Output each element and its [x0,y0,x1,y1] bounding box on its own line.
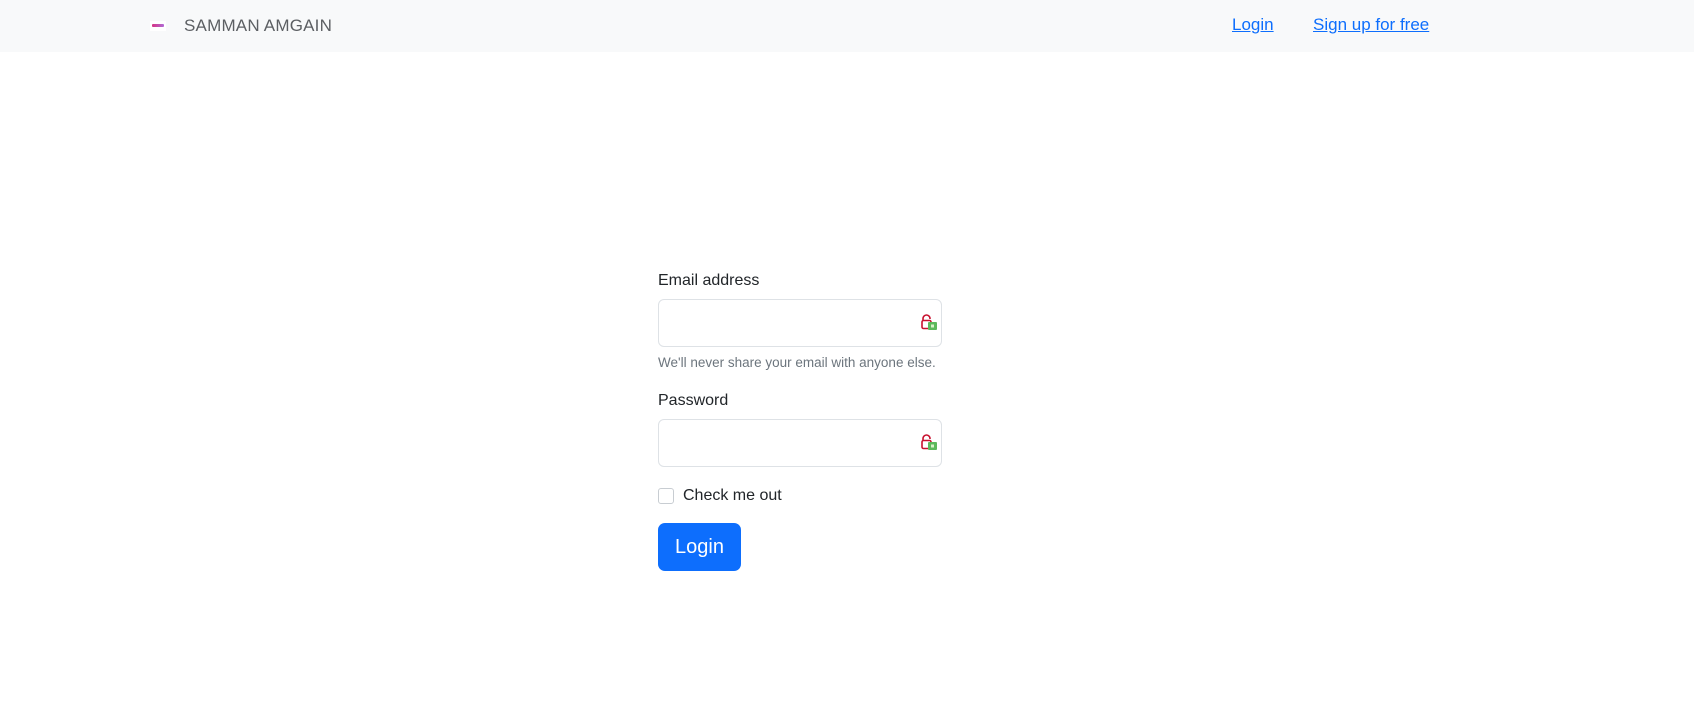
navbar: SAMMAN AMGAIN Login Sign up for free [0,0,1694,52]
email-input[interactable] [658,299,942,347]
check-me-out-checkbox[interactable] [658,488,674,504]
login-form: Email address We'll never share your ema… [658,272,942,571]
login-button[interactable]: Login [658,523,741,571]
brand-logo-icon [150,21,166,31]
brand[interactable]: SAMMAN AMGAIN [150,16,332,36]
email-label: Email address [658,272,760,289]
password-manager-icon[interactable] [920,433,938,451]
check-me-out-row: Check me out [658,487,942,505]
nav-login-link[interactable]: Login [1232,15,1274,35]
password-manager-icon[interactable] [920,313,938,331]
email-input-wrap [658,299,942,347]
password-input-wrap [658,419,942,467]
password-label: Password [658,392,729,409]
email-help-text: We'll never share your email with anyone… [658,355,936,370]
password-input[interactable] [658,419,942,467]
nav-signup-link[interactable]: Sign up for free [1313,15,1429,35]
check-me-out-label[interactable]: Check me out [683,487,782,505]
brand-name: SAMMAN AMGAIN [184,16,333,35]
